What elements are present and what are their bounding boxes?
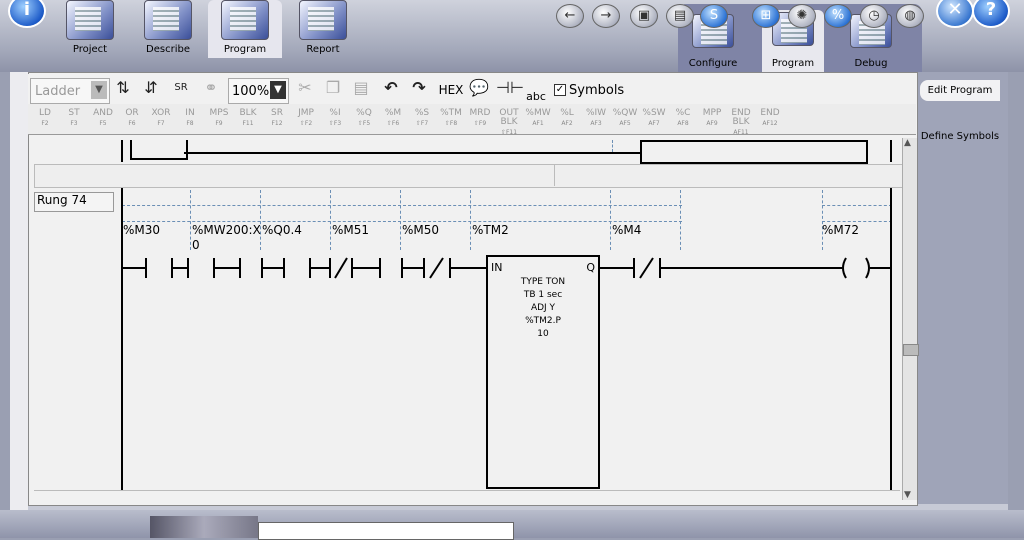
network-icon[interactable]: ⊞ — [752, 4, 780, 28]
timer-timebase: TB 1 sec — [523, 290, 563, 300]
back-icon[interactable]: ← — [556, 4, 584, 28]
timer-preset-var: %TM2.P — [525, 316, 561, 326]
timer-in-pin: IN — [491, 261, 503, 274]
scroll-up-icon[interactable]: ▲ — [904, 138, 911, 148]
timer-block-tm2[interactable]: IN Q TYPE TON TB 1 sec ADJ Y %TM2.P 10 — [486, 255, 600, 489]
save-icon[interactable]: ▣ — [630, 4, 658, 28]
horizontal-scroll-track — [34, 490, 900, 499]
clock-icon[interactable]: ◷ — [860, 4, 888, 28]
print-icon[interactable]: ▤ — [666, 4, 694, 28]
settings-icon[interactable]: ✺ — [788, 4, 816, 28]
percent-icon[interactable]: % — [824, 4, 852, 28]
timer-q-pin: Q — [586, 261, 595, 274]
timer-type: TYPE TON — [520, 277, 566, 287]
status-field — [258, 522, 514, 540]
symbol-icon[interactable]: S — [700, 4, 728, 28]
forward-icon[interactable]: → — [592, 4, 620, 28]
background-photo — [150, 516, 258, 538]
timer-preset: 10 — [537, 329, 549, 339]
timer-adj: ADJ Y — [530, 303, 556, 313]
scroll-thumb[interactable] — [903, 344, 919, 356]
vertical-scrollbar[interactable]: ▲ ▼ — [902, 138, 919, 500]
stop-icon[interactable]: ◍ — [896, 4, 924, 28]
scroll-down-icon[interactable]: ▼ — [904, 490, 911, 500]
